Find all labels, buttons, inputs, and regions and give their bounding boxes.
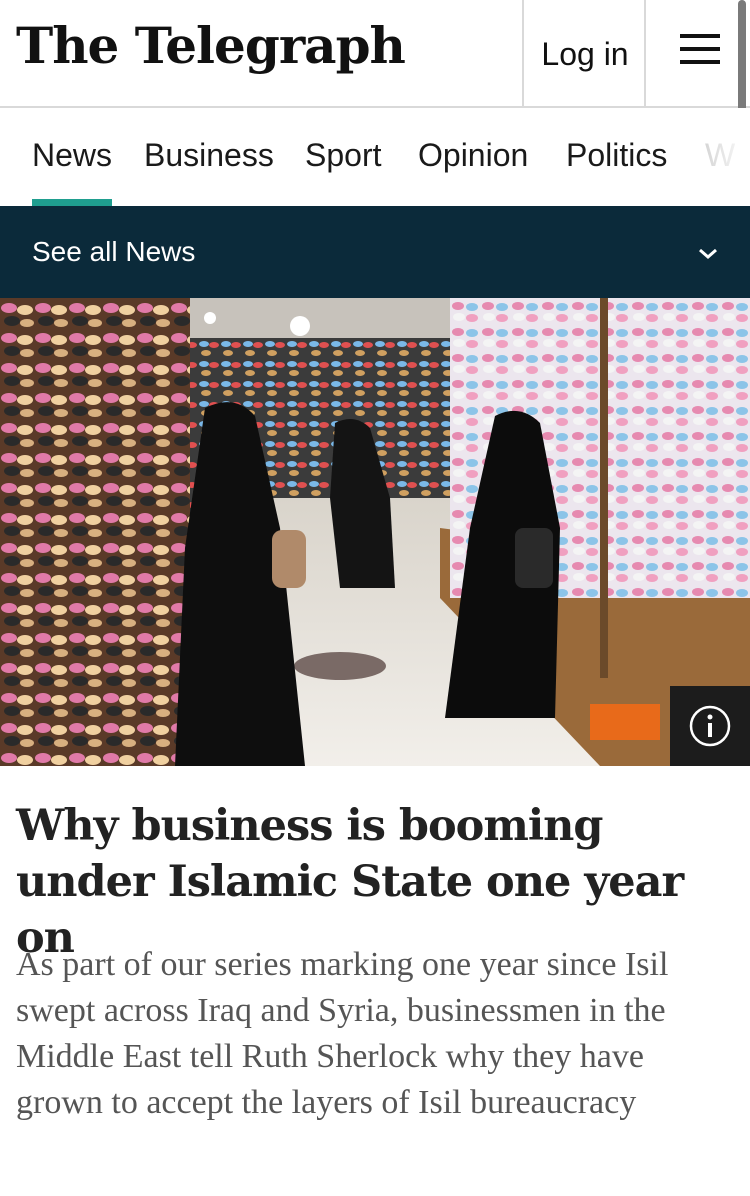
section-nav: News Business Sport Opinion Politics W [0,108,750,206]
article-standfirst: As part of our series marking one year s… [16,946,669,1121]
nav-item-opinion[interactable]: Opinion [418,108,528,206]
login-button[interactable]: Log in [522,0,646,108]
telegraph-logo[interactable]: The Telegraph [16,14,406,78]
see-all-news-label: See all News [32,236,196,267]
nav-item-politics[interactable]: Politics [566,108,667,206]
nav-item-business[interactable]: Business [144,108,274,206]
menu-button[interactable] [644,0,750,108]
chevron-down-icon [699,248,717,259]
info-icon [689,705,731,747]
site-header: The Telegraph Log in [0,0,750,108]
nav-fade [690,108,750,206]
nav-item-sport[interactable]: Sport [305,108,381,206]
nav-item-news[interactable]: News [32,108,113,206]
see-all-news-bar[interactable]: See all News [0,206,750,298]
hero-image [0,298,750,766]
shoe-shop-photo [0,298,750,766]
image-info-button[interactable] [670,686,750,766]
article-headline[interactable]: Why business is booming under Islamic St… [16,798,736,966]
